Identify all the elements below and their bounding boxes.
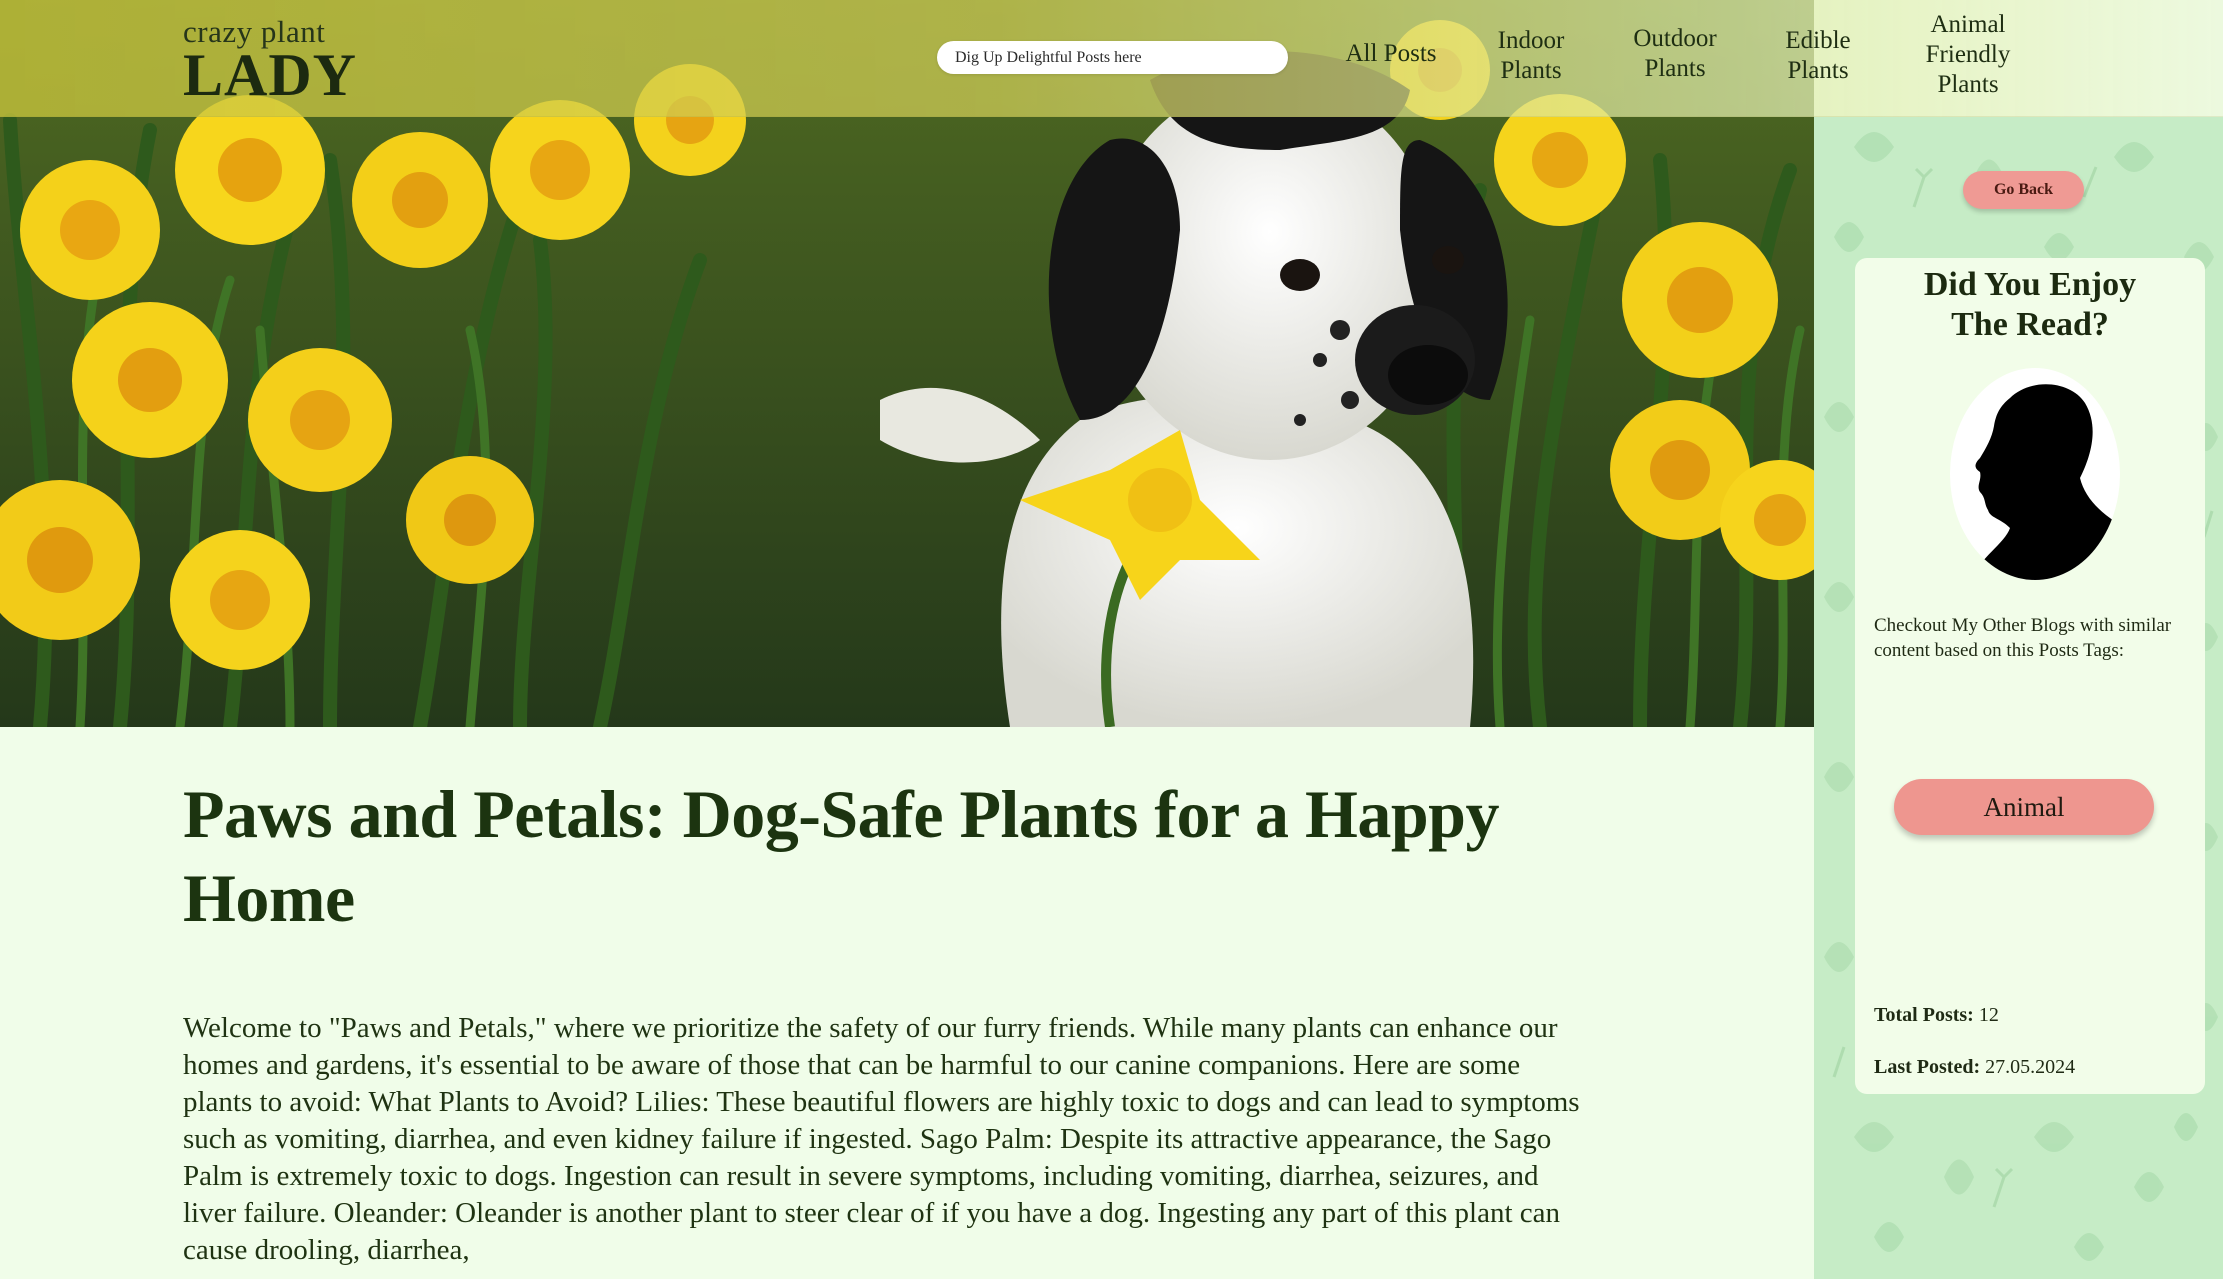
last-posted-stat: Last Posted: 27.05.2024 <box>1874 1055 2194 1079</box>
site-logo[interactable]: crazy plant LADY <box>183 16 358 108</box>
total-posts-value: 12 <box>1978 1004 1999 1026</box>
total-posts-label: Total Posts: <box>1874 1004 1974 1026</box>
logo-big-text: LADY <box>183 42 358 108</box>
last-posted-value: 27.05.2024 <box>1985 1056 2076 1078</box>
nav-edible-plants[interactable]: Edible Plants <box>1768 26 1868 86</box>
last-posted-label: Last Posted: <box>1874 1056 1981 1078</box>
nav-outdoor-plants[interactable]: Outdoor Plants <box>1620 24 1730 84</box>
tag-animal-button[interactable]: Animal <box>1894 779 2154 835</box>
page: crazy plant LADY All Posts Indoor Plants… <box>0 0 2223 1279</box>
total-posts-stat: Total Posts: 12 <box>1874 1003 2194 1027</box>
card-heading: Did You Enjoy The Read? <box>1923 266 2137 343</box>
nav-animal-friendly-plants[interactable]: Animal Friendly Plants <box>1908 10 2028 100</box>
avatar-icon <box>1970 384 2120 580</box>
nav-indoor-plants[interactable]: Indoor Plants <box>1481 26 1581 86</box>
search-input[interactable] <box>937 41 1288 74</box>
article-title: Paws and Petals: Dog-Safe Plants for a H… <box>183 776 1500 936</box>
go-back-button[interactable]: Go Back <box>1963 171 2084 209</box>
woman-silhouette-avatar <box>1950 368 2120 580</box>
top-navigation-bar: crazy plant LADY All Posts Indoor Plants… <box>0 0 2223 117</box>
related-blogs-text: Checkout My Other Blogs with similar con… <box>1874 615 2172 661</box>
nav-all-posts[interactable]: All Posts <box>1326 39 1456 69</box>
article-body: Welcome to "Paws and Petals," where we p… <box>183 1012 1580 1266</box>
